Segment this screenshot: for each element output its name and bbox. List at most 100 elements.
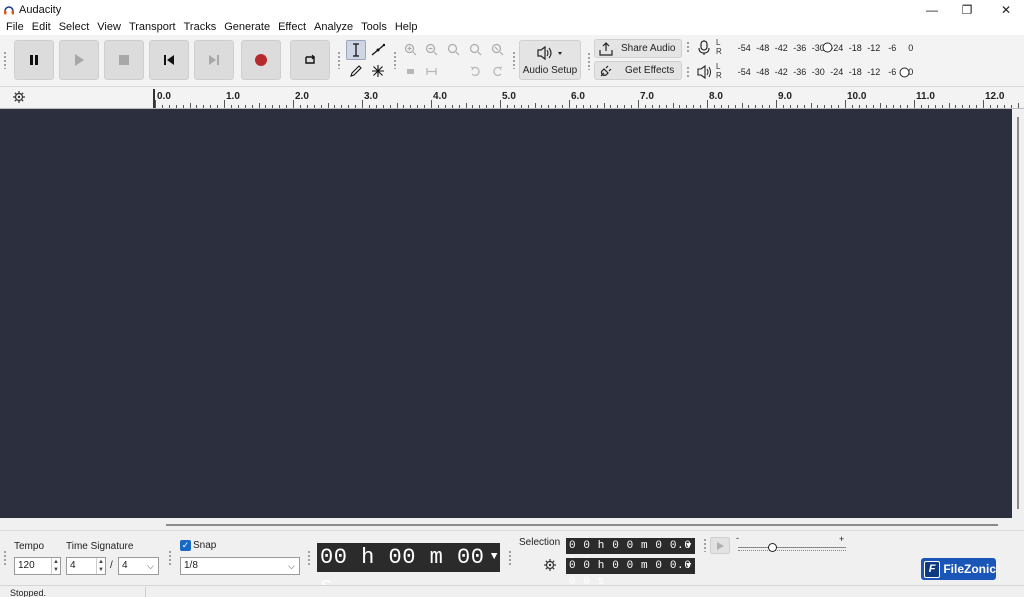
- get-effects-button[interactable]: Get Effects: [594, 61, 682, 80]
- selection-end-time[interactable]: 0 0 h 0 0 m 0 0.0 0 0 s ▼: [566, 558, 695, 588]
- tempo-stepper-icon[interactable]: ▲ ▼: [51, 558, 60, 574]
- menu-generate[interactable]: Generate: [220, 21, 274, 33]
- playback-meter-slider-knob[interactable]: [899, 67, 910, 78]
- audio-setup-grip[interactable]: [512, 51, 516, 69]
- audio-setup-button[interactable]: Audio Setup: [519, 40, 581, 80]
- close-button[interactable]: ✕: [986, 0, 1024, 19]
- play-meter-grip[interactable]: [686, 66, 690, 77]
- time-grip[interactable]: [307, 550, 311, 566]
- window-title: Audacity: [19, 3, 62, 16]
- speed-slider-knob[interactable]: [768, 543, 777, 552]
- ruler-tick: [576, 105, 577, 108]
- edit-grip[interactable]: [393, 51, 397, 69]
- ruler-tick-label: 12.0: [985, 91, 1005, 102]
- ruler-tick: [307, 105, 308, 108]
- time-format-dropdown-icon[interactable]: ▼: [491, 543, 498, 572]
- ts-numerator-stepper-icon[interactable]: ▲ ▼: [96, 558, 105, 574]
- zoom-toggle-button[interactable]: [488, 40, 507, 59]
- time-signature-numerator-input[interactable]: 4 ▲ ▼: [66, 557, 106, 575]
- snap-select[interactable]: 1/8 ⌵: [180, 557, 300, 575]
- skip-to-start-button[interactable]: [149, 40, 189, 80]
- horizontal-scrollbar[interactable]: [0, 518, 1024, 530]
- ruler-tick: [873, 105, 874, 108]
- minimize-button[interactable]: —: [912, 0, 952, 19]
- menu-edit[interactable]: Edit: [28, 21, 55, 33]
- menu-help[interactable]: Help: [391, 21, 422, 33]
- menu-file[interactable]: File: [2, 21, 28, 33]
- snap-checkbox[interactable]: ✓: [180, 540, 191, 551]
- menu-analyze[interactable]: Analyze: [310, 21, 357, 33]
- ruler-tick: [410, 105, 411, 108]
- envelope-tool[interactable]: [368, 40, 388, 60]
- selection-tool[interactable]: [346, 40, 366, 60]
- playback-meter-channels: L R: [716, 62, 722, 80]
- undo-button[interactable]: [466, 62, 485, 81]
- ruler-tick: [928, 105, 929, 108]
- selection-end-dropdown-icon[interactable]: ▼: [686, 558, 692, 574]
- ruler-tick: [721, 105, 722, 108]
- toolbar-grip[interactable]: [3, 51, 7, 69]
- zoom-in-button[interactable]: [401, 40, 420, 59]
- microphone-icon[interactable]: [697, 40, 711, 56]
- horizontal-scroll-thumb[interactable]: [166, 524, 998, 526]
- timeline-ruler[interactable]: 0.0 1.0 2.0 3.0 4.0 5.0 6.0 7.0 8.0 9.0 10.0 11.0 12…: [0, 87, 1024, 109]
- record-meter-grip[interactable]: [686, 41, 690, 52]
- vertical-scrollbar[interactable]: [1012, 109, 1024, 518]
- speed-slider[interactable]: [738, 543, 846, 552]
- fit-project-button[interactable]: [466, 40, 485, 59]
- menu-tools[interactable]: Tools: [357, 21, 391, 33]
- vertical-scroll-thumb[interactable]: [1017, 117, 1019, 509]
- record-button[interactable]: [241, 40, 281, 80]
- meter-tick: -12: [867, 43, 881, 53]
- ruler-tick: [914, 100, 915, 108]
- skip-to-end-icon: [209, 55, 219, 65]
- track-area[interactable]: [0, 109, 1012, 518]
- timeline-settings-gear-icon[interactable]: [12, 90, 26, 104]
- skip-to-end-button[interactable]: [194, 40, 234, 80]
- time-signature-grip[interactable]: [3, 550, 7, 566]
- fit-selection-button[interactable]: [444, 40, 463, 59]
- redo-button[interactable]: [488, 62, 507, 81]
- meter-tick: -36: [793, 67, 807, 77]
- menu-select[interactable]: Select: [55, 21, 94, 33]
- play-at-speed-grip[interactable]: [703, 538, 707, 552]
- trim-button[interactable]: [401, 62, 420, 81]
- record-meter-slider-knob[interactable]: [822, 42, 833, 53]
- selection-start-time[interactable]: 0 0 h 0 0 m 0 0.0 0 0 s ▼: [566, 538, 695, 568]
- play-button[interactable]: [59, 40, 99, 80]
- tools-grip[interactable]: [337, 51, 341, 69]
- meter-tick: -48: [756, 67, 770, 77]
- loop-button[interactable]: [290, 40, 330, 80]
- ruler-tick: [886, 105, 887, 108]
- ruler-tick: [583, 105, 584, 108]
- ruler-tick: [817, 105, 818, 108]
- multi-tool[interactable]: [368, 61, 388, 81]
- stop-button[interactable]: [104, 40, 144, 80]
- ruler-tick: [438, 105, 439, 108]
- selection-start-dropdown-icon[interactable]: ▼: [686, 538, 692, 554]
- menu-tracks[interactable]: Tracks: [180, 21, 221, 33]
- menu-transport[interactable]: Transport: [125, 21, 180, 33]
- ruler-tick: [466, 103, 467, 108]
- ruler-tick: [314, 105, 315, 108]
- tempo-input[interactable]: 120 ▲ ▼: [14, 557, 61, 575]
- time-display[interactable]: 00 h 00 m 00 s ▼: [317, 543, 500, 597]
- play-at-speed-button[interactable]: [710, 537, 730, 554]
- menu-effect[interactable]: Effect: [274, 21, 310, 33]
- playback-meter[interactable]: L R -54 -48 -42 -36 -30 -24 -18 -12 -6 0: [716, 62, 913, 82]
- selection-grip[interactable]: [508, 550, 512, 566]
- menu-view[interactable]: View: [93, 21, 125, 33]
- pause-button[interactable]: [14, 40, 54, 80]
- record-meter[interactable]: L R -54 -48 -42 -36 -30 -24 -18 -12 -6 0: [716, 38, 913, 58]
- speaker-icon[interactable]: [697, 65, 713, 79]
- selection-settings-gear-icon[interactable]: [543, 558, 557, 572]
- share-audio-button[interactable]: Share Audio: [594, 39, 682, 58]
- share-grip[interactable]: [587, 52, 591, 70]
- ruler-tick-label: 11.0: [916, 91, 935, 102]
- time-signature-denominator-select[interactable]: 4 ⌵: [118, 557, 159, 575]
- silence-button[interactable]: [422, 62, 441, 81]
- restore-button[interactable]: ❐: [947, 0, 987, 19]
- snap-grip[interactable]: [168, 550, 172, 566]
- zoom-out-button[interactable]: [422, 40, 441, 59]
- draw-tool[interactable]: [346, 61, 366, 81]
